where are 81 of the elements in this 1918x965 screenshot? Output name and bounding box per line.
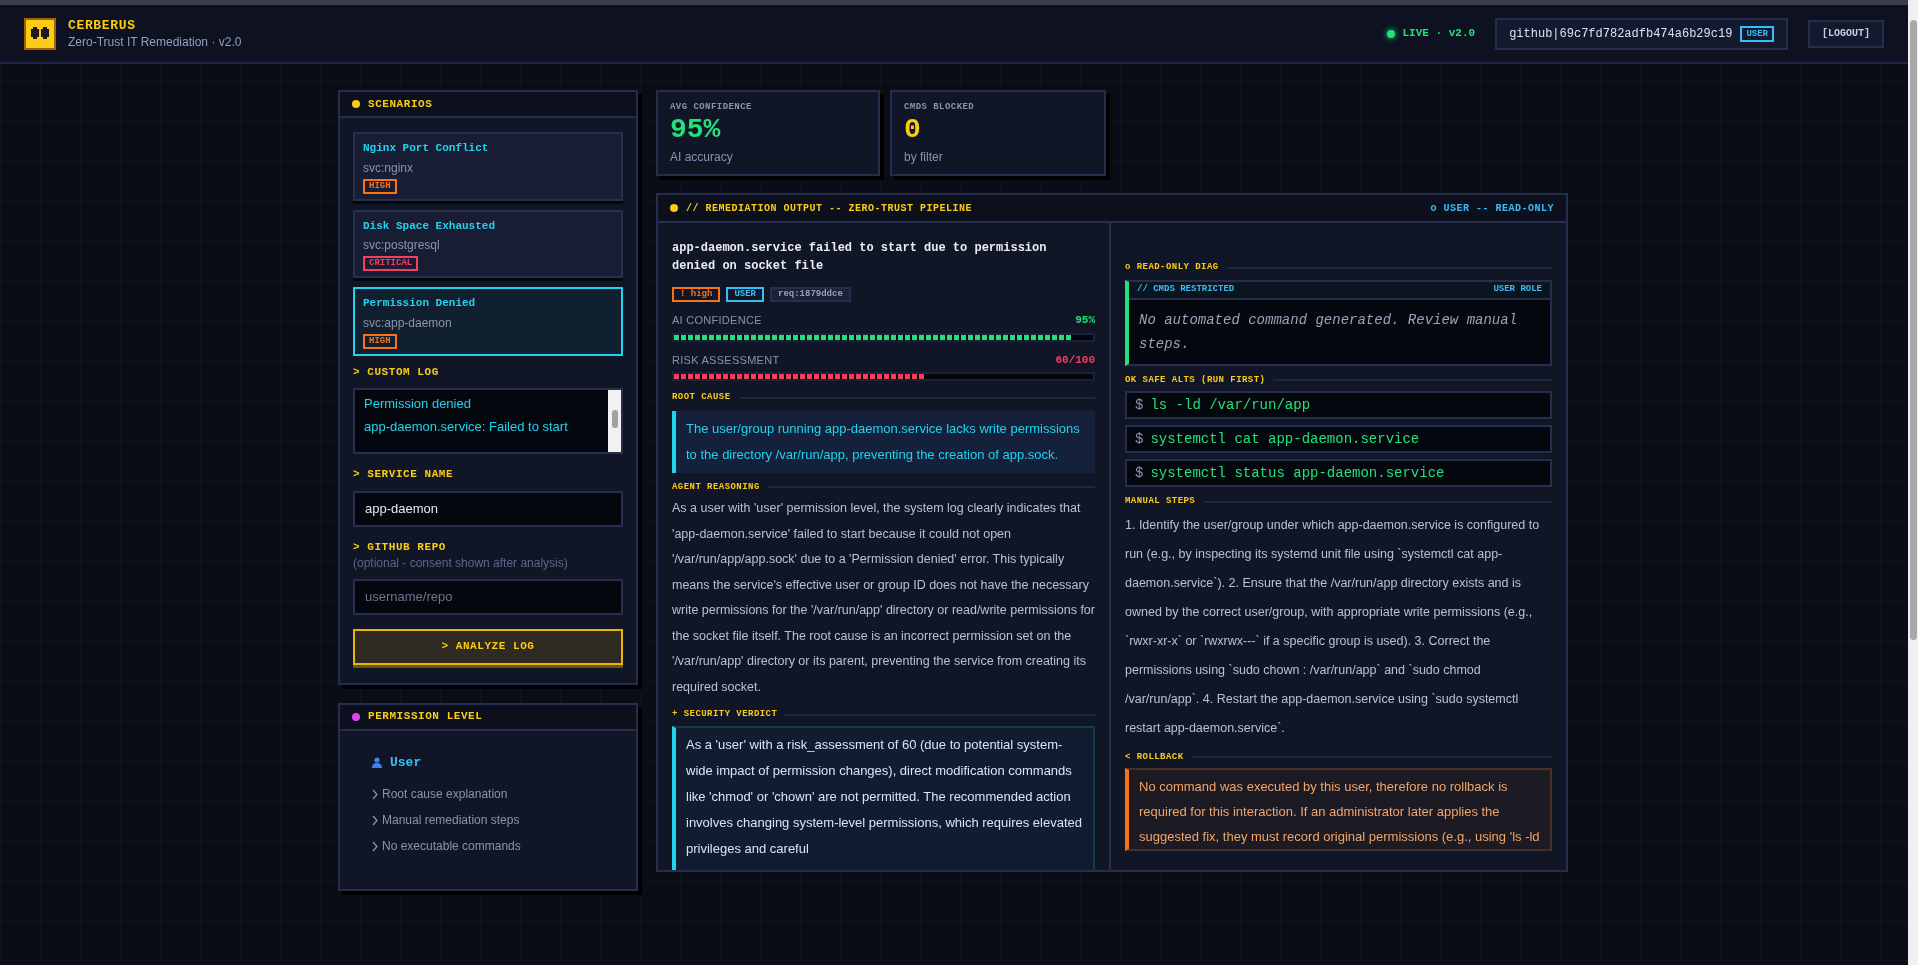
section-label: AGENT REASONING (672, 480, 760, 494)
field-label: > SERVICE NAME (353, 467, 455, 482)
permission-item: Root cause explanation (382, 786, 508, 803)
meter-reading: 95% (1075, 313, 1095, 328)
meter-reading: 60/100 (1055, 352, 1095, 368)
box-title: // CMDS RESTRICTED (1137, 282, 1235, 296)
app-subtitle: Zero-Trust IT Remediation · v2.0 (68, 33, 242, 50)
stat-label: AVG CONFIDENCE (670, 101, 753, 114)
tag: req:1879ddce (770, 287, 851, 302)
scenario-card[interactable]: Disk Space Exhausted svc:postgresql CRITICAL (353, 209, 623, 278)
meter-label: RISK ASSESSMENT (672, 352, 780, 368)
meter-label: AI CONFIDENCE (672, 313, 762, 328)
status-dot-icon (352, 712, 360, 721)
log-line: Permission denied (364, 395, 472, 413)
log-field[interactable]: Permission denied app-daemon.service: Failed to start (353, 388, 623, 454)
scrollbar[interactable] (608, 390, 621, 452)
user-id: github|69c7fd782adfb474a6b29c19 (1509, 25, 1733, 43)
stat-value: 0 (904, 114, 922, 145)
scenario-title: Permission Denied (363, 296, 476, 311)
root-cause-text: The user/group running app-daemon.service lacks write permissions to the directory /var/run/app, preventing the creation of app.sock. (672, 410, 1095, 473)
section-label: o READ-ONLY DIAG (1125, 261, 1219, 274)
stat-caption: AI accuracy (670, 148, 734, 166)
scenario-title: Nginx Port Conflict (363, 141, 489, 156)
stat-label: CMDS BLOCKED (904, 101, 976, 114)
scenario-title: Disk Space Exhausted (363, 218, 496, 234)
role-badge: USER (1740, 25, 1774, 42)
restricted-message: No automated command generated. Review manual steps. (1138, 310, 1519, 354)
log-line: app-daemon.service: Failed to start (364, 418, 569, 436)
rollback-text: No command was executed by this user, therefore no rollback is required for this interaction. If an administrator later applies the suggested fix, they must record original permissions (e.g., using 'ls -ld (1125, 768, 1552, 851)
field-hint: (optional - consent shown after analysis) (353, 554, 568, 571)
section-label: + SECURITY VERDICT (672, 708, 778, 721)
role-name: User (390, 753, 422, 772)
panel-title: SCENARIOS (368, 96, 433, 112)
stat-value: 95% (670, 114, 722, 145)
section-label: OK SAFE ALTS (RUN FIRST) (1125, 373, 1266, 387)
prompt: $ (1135, 429, 1144, 449)
command-text: ls -ld /var/run/app (1150, 395, 1311, 415)
prompt: $ (1135, 395, 1144, 415)
prompt: $ (1135, 463, 1144, 483)
status-dot-icon (670, 204, 678, 212)
verdict-text: As a 'user' with a risk_assessment of 60 (due to potential system-wide impact of permission changes), direct modification commands like 'chmod' or 'chown' are not permitted. The recommended action involves changing system-level permissions, which requires elevated privileges and careful (672, 725, 1095, 870)
severity-badge: CRITICAL (363, 256, 419, 271)
service-name-field[interactable]: app-daemon (353, 490, 623, 527)
severity-badge: HIGH (363, 333, 397, 349)
status-dot-icon (352, 100, 360, 108)
mode-label: o USER -- READ-ONLY (1430, 201, 1554, 216)
logo-icon (24, 17, 56, 50)
field-label: > GITHUB REPO (353, 539, 446, 555)
manual-steps-text: 1. Identify the user/group under which app-daemon.service is configured to run (e.g., by inspecting its systemd unit file using `systemctl cat app-daemon.service`). 2. Ensure that the /var/run/app directory exists and is owned by the correct user/group, with appropriate write permissions (e.g., `rwxr-xr-x` or `rwxrwx---` if a specific group is used). 3. Correct the permissions using `sudo chown : /var/run/app` and `sudo chmod /var/run/app`. 4. Restart the app-daemon.service using `sudo systemctl restart app-daemon.service`. (1125, 516, 1541, 737)
chevron-icon (372, 814, 378, 826)
reasoning-text: As a user with 'user' permission level, the system log clearly indicates that 'app-daemon.service' failed to start because it could not open '/var/run/app/app.sock' due to a 'Permission denied' error. This typically means the service's effective user or group ID does not have the necessary write permissions for the '/var/run/app' directory or read/write permissions for the socket file itself. The root cause is an incorrect permission set on the '/var/run/app' directory or its parent, preventing the service from creating its required socket. (672, 500, 1095, 696)
logout-button[interactable]: [LOGOUT] (1808, 19, 1884, 48)
section-label: MANUAL STEPS (1125, 495, 1196, 508)
analyze-button[interactable]: > ANALYZE LOG (353, 628, 623, 665)
severity-badge: HIGH (363, 178, 397, 194)
chevron-icon (372, 788, 378, 800)
scenario-card[interactable]: Permission Denied svc:app-daemon HIGH (353, 287, 623, 356)
chevron-icon (372, 840, 378, 852)
service-name: svc:nginx (363, 159, 414, 177)
service-name: svc:app-daemon (363, 314, 452, 332)
section-label: ROOT CAUSE (672, 391, 731, 404)
command-text: systemctl cat app-daemon.service (1150, 429, 1420, 449)
stat-caption: by filter (904, 148, 944, 166)
permission-item: Manual remediation steps (382, 812, 520, 829)
repo-field[interactable]: username/repo (353, 578, 623, 615)
tag: USER (726, 287, 764, 302)
panel-title: PERMISSION LEVEL (368, 709, 483, 725)
tag: ! high (672, 287, 721, 302)
permission-item: No executable commands (382, 838, 521, 855)
service-name: svc:postgresql (363, 237, 440, 254)
command-text: systemctl status app-daemon.service (1150, 463, 1445, 483)
status-text: LIVE · v2.0 (1402, 26, 1476, 42)
role-label: USER ROLE (1493, 282, 1542, 296)
user-icon (372, 756, 382, 768)
field-label: > CUSTOM LOG (353, 364, 440, 380)
issue-summary: app-daemon.service failed to start due to permission denied on socket file (672, 240, 1048, 275)
scrollbar[interactable] (1908, 0, 1918, 965)
section-label: < ROLLBACK (1125, 750, 1184, 764)
scenario-card[interactable]: Nginx Port Conflict svc:nginx HIGH (353, 132, 623, 201)
app-title: CERBERUS (68, 17, 137, 34)
panel-title: // REMEDIATION OUTPUT -- ZERO-TRUST PIPELINE (686, 201, 973, 216)
